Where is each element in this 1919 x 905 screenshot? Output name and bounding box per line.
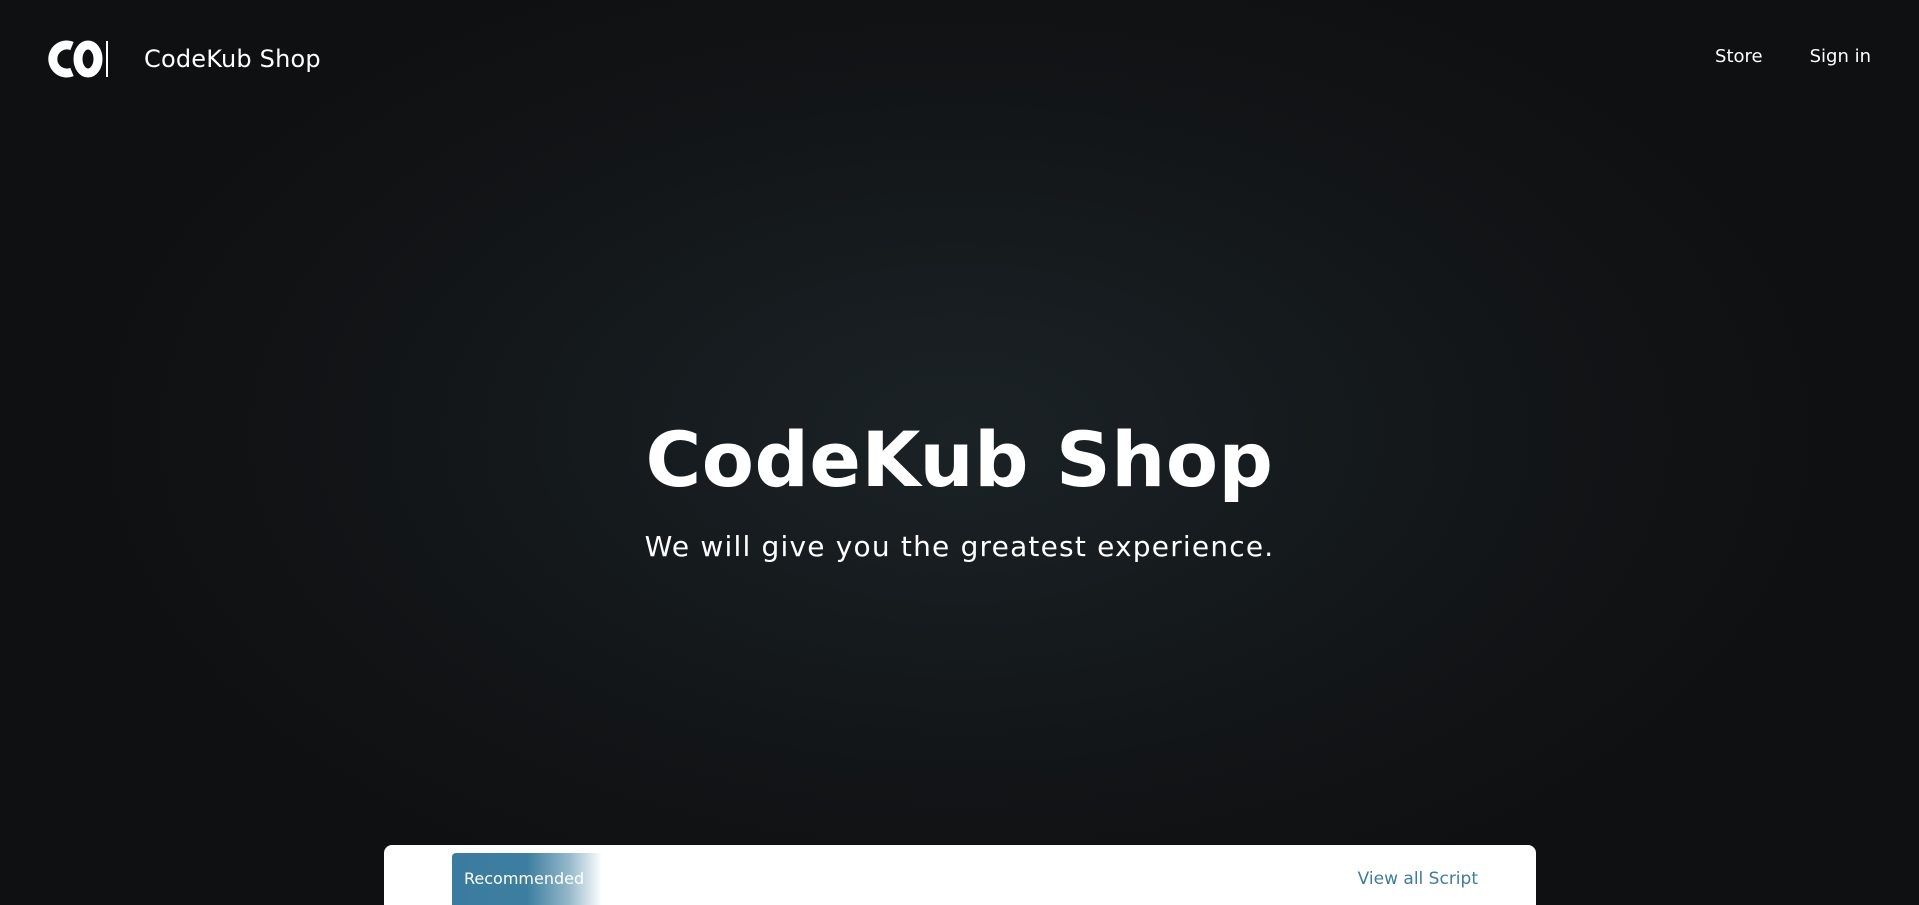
top-navbar: CodeKub Shop Store Sign in bbox=[0, 0, 1919, 118]
hero-subtitle: We will give you the greatest experience… bbox=[644, 530, 1275, 563]
recommended-tab[interactable]: Recommended bbox=[452, 853, 602, 905]
codekub-logo-icon[interactable] bbox=[45, 36, 105, 82]
nav-sign-in-link[interactable]: Sign in bbox=[1810, 46, 1871, 67]
brand[interactable]: CodeKub Shop bbox=[45, 36, 321, 82]
recommended-panel: Recommended View all Script bbox=[384, 845, 1536, 905]
brand-divider bbox=[106, 41, 108, 77]
brand-name[interactable]: CodeKub Shop bbox=[144, 45, 321, 73]
view-all-script-link[interactable]: View all Script bbox=[1358, 869, 1478, 889]
hero-title: CodeKub Shop bbox=[645, 415, 1274, 504]
hero-section: CodeKub Shop We will give you the greate… bbox=[0, 410, 1919, 563]
nav-links: Store Sign in bbox=[1715, 46, 1871, 67]
nav-store-link[interactable]: Store bbox=[1715, 46, 1763, 67]
